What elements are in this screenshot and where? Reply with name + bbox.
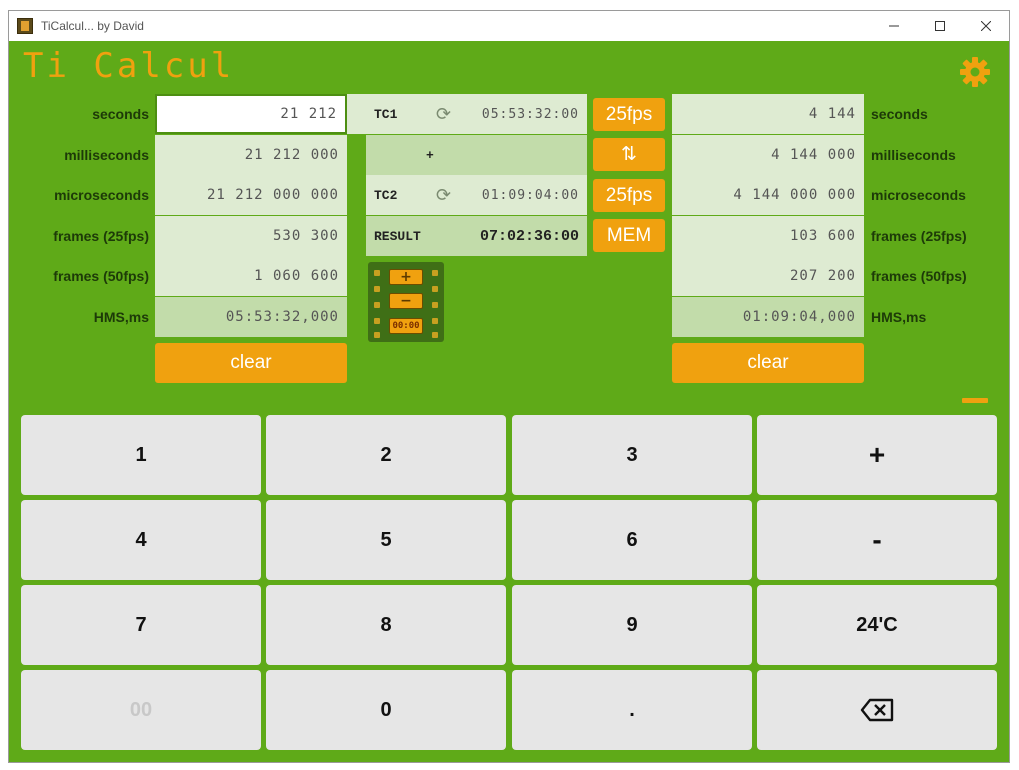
key-3[interactable]: 3 (512, 415, 752, 495)
right-label-frames-25fps: frames (25fps) (871, 228, 967, 244)
key-0[interactable]: 0 (266, 670, 506, 750)
left-label-frames-25fps: frames (25fps) (53, 228, 149, 244)
right-milliseconds-field[interactable]: 4 144 000 (672, 135, 864, 175)
film-strip-panel: + − 00:00 (368, 262, 444, 342)
tc1-fps-button[interactable]: 25fps (593, 98, 665, 131)
operator-sign: + (426, 147, 434, 163)
right-clear-button[interactable]: clear (672, 343, 864, 383)
operator-row[interactable]: + (366, 135, 587, 175)
close-icon (981, 21, 991, 31)
maximize-button[interactable] (917, 11, 963, 41)
close-button[interactable] (963, 11, 1009, 41)
maximize-icon (935, 21, 945, 31)
left-frames50-field[interactable]: 1 060 600 (155, 256, 347, 296)
sign-indicator (962, 398, 988, 403)
left-label-microseconds: microseconds (54, 187, 149, 203)
tc1-value: 05:53:32:00 (481, 106, 579, 122)
left-clear-button[interactable]: clear (155, 343, 347, 383)
key-1[interactable]: 1 (21, 415, 261, 495)
film-add-button[interactable]: + (389, 269, 423, 285)
app-content: Ti Calcul seconds milliseconds microseco… (9, 42, 1009, 763)
window-controls (871, 11, 1009, 41)
key-decimal[interactable]: . (512, 670, 752, 750)
swap-button[interactable]: ⇅ (593, 138, 665, 171)
left-label-frames-50fps: frames (50fps) (53, 268, 149, 284)
left-hms-field[interactable]: 05:53:32,000 (155, 297, 347, 337)
refresh-icon[interactable]: ⟳ (436, 185, 451, 206)
right-label-frames-50fps: frames (50fps) (871, 268, 967, 284)
key-double-zero[interactable]: 00 (21, 670, 261, 750)
right-microseconds-field[interactable]: 4 144 000 000 (672, 175, 864, 215)
right-label-milliseconds: milliseconds (871, 147, 956, 163)
refresh-icon[interactable]: ⟳ (436, 104, 451, 125)
right-hms-field[interactable]: 01:09:04,000 (672, 297, 864, 337)
tc1-label: TC1 (374, 106, 398, 122)
key-9[interactable]: 9 (512, 585, 752, 665)
right-label-hms: HMS,ms (871, 309, 927, 325)
left-frames25-field[interactable]: 530 300 (155, 216, 347, 256)
key-plus[interactable]: + (757, 415, 997, 495)
key-backspace[interactable] (757, 670, 997, 750)
left-seconds-field[interactable]: 21 212 (155, 94, 347, 134)
key-minus[interactable]: - (757, 500, 997, 580)
key-5[interactable]: 5 (266, 500, 506, 580)
result-row: RESULT 07:02:36:00 (366, 216, 587, 256)
right-seconds-field[interactable]: 4 144 (672, 94, 864, 134)
tc1-row[interactable]: TC1 ⟳ 05:53:32:00 (347, 94, 587, 134)
key-4[interactable]: 4 (21, 500, 261, 580)
left-label-milliseconds: milliseconds (64, 147, 149, 163)
left-milliseconds-field[interactable]: 21 212 000 (155, 135, 347, 175)
film-zero-button[interactable]: 00:00 (389, 318, 423, 334)
key-7[interactable]: 7 (21, 585, 261, 665)
film-subtract-button[interactable]: − (389, 293, 423, 309)
key-6[interactable]: 6 (512, 500, 752, 580)
app-window: TiCalcul... by David Ti Calcul seconds m… (8, 10, 1010, 763)
left-microseconds-field[interactable]: 21 212 000 000 (155, 175, 347, 215)
tc2-row[interactable]: TC2 ⟳ 01:09:04:00 (366, 175, 587, 215)
film-app-icon (17, 18, 33, 34)
app-title: Ti Calcul (23, 46, 235, 86)
left-label-hms: HMS,ms (93, 309, 149, 325)
tc2-fps-button[interactable]: 25fps (593, 179, 665, 212)
gear-icon[interactable] (959, 56, 991, 88)
left-label-seconds: seconds (92, 106, 149, 122)
right-frames50-field[interactable]: 207 200 (672, 256, 864, 296)
tc2-value: 01:09:04:00 (481, 187, 579, 203)
key-8[interactable]: 8 (266, 585, 506, 665)
right-label-microseconds: microseconds (871, 187, 966, 203)
mem-button[interactable]: MEM (593, 219, 665, 252)
right-label-seconds: seconds (871, 106, 928, 122)
backspace-icon (860, 698, 894, 722)
window-title: TiCalcul... by David (41, 19, 144, 33)
title-bar: TiCalcul... by David (9, 11, 1009, 41)
right-frames25-field[interactable]: 103 600 (672, 216, 864, 256)
result-value: 07:02:36:00 (479, 227, 579, 245)
key-24c[interactable]: 24'C (757, 585, 997, 665)
key-2[interactable]: 2 (266, 415, 506, 495)
minimize-icon (889, 25, 899, 27)
minimize-button[interactable] (871, 11, 917, 41)
tc2-label: TC2 (374, 187, 398, 203)
result-label: RESULT (374, 228, 421, 244)
